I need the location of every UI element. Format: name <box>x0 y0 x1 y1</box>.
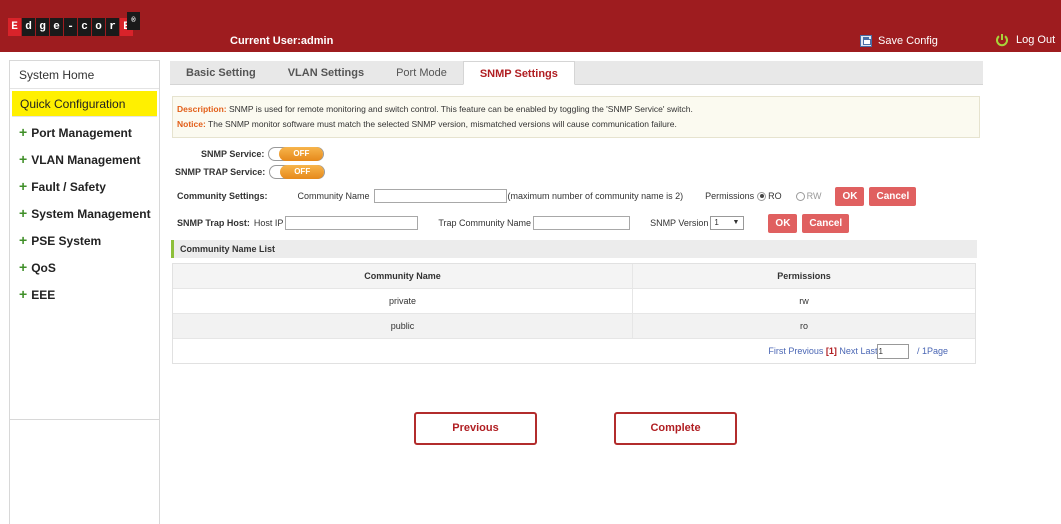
edgecore-logo: E d g e - c o r E ® <box>8 12 140 36</box>
community-list-title: Community Name List <box>171 240 977 258</box>
pager-current: [1] <box>825 346 837 356</box>
permissions-cell: rw <box>799 296 809 306</box>
table-header: Community Name Permissions <box>173 264 975 289</box>
snmp-trap-service-row: SNMP TRAP Service: OFF <box>175 165 326 179</box>
host-ip-input[interactable] <box>285 216 419 230</box>
description-box: Description: SNMP is used for remote mon… <box>172 96 980 138</box>
permission-rw-label: RW <box>806 191 822 201</box>
logout-button[interactable]: Log Out <box>995 33 1055 47</box>
tab-port-mode[interactable]: Port Mode <box>380 61 463 85</box>
permission-ro-label: RO <box>768 191 782 201</box>
complete-button[interactable]: Complete <box>614 412 737 445</box>
plus-icon: + <box>19 151 28 167</box>
host-ip-label: Host IP <box>253 218 284 228</box>
table-row[interactable]: private rw <box>173 289 975 314</box>
snmp-service-row: SNMP Service: OFF <box>201 147 325 161</box>
save-config-button[interactable]: Save Config <box>860 35 938 47</box>
column-header-permissions: Permissions <box>777 271 831 281</box>
chevron-down-icon: ▼ <box>732 219 740 226</box>
permissions-cell: ro <box>799 321 808 331</box>
community-settings-label: Community Settings: <box>177 191 268 201</box>
snmp-version-select[interactable]: 1 ▼ <box>710 216 745 230</box>
permission-ro-radio[interactable] <box>757 191 767 201</box>
community-table: Community Name Permissions private rw pu… <box>172 263 976 364</box>
plus-icon: + <box>19 178 28 194</box>
save-config-label: Save Config <box>878 35 938 47</box>
sidebar-item-system-management[interactable]: + System Management <box>10 200 159 227</box>
table-row[interactable]: public ro <box>173 314 975 339</box>
tab-basic-setting[interactable]: Basic Setting <box>170 61 272 85</box>
sidebar-item-pse-system[interactable]: + PSE System <box>10 227 159 254</box>
trap-community-label: Trap Community Name <box>438 218 532 228</box>
plus-icon: + <box>19 124 28 140</box>
settings-tabs: Basic Setting VLAN Settings Port Mode SN… <box>170 61 983 85</box>
sidebar-item-eee[interactable]: + EEE <box>10 281 159 308</box>
plus-icon: + <box>19 232 28 248</box>
sidebar-item-port-management[interactable]: + Port Management <box>10 119 159 146</box>
snmp-trap-service-toggle[interactable]: OFF <box>269 165 326 179</box>
sidebar: System Home Quick Configuration + Port Ma… <box>9 60 160 420</box>
community-ok-button[interactable]: OK <box>835 186 865 206</box>
logout-label: Log Out <box>1016 34 1056 46</box>
community-name-input[interactable] <box>373 189 507 203</box>
plus-icon: + <box>19 259 28 275</box>
pager-last-link[interactable]: Last <box>860 346 877 356</box>
sidebar-item-quick-configuration[interactable]: Quick Configuration <box>12 91 157 117</box>
sidebar-lower-frame <box>9 420 160 524</box>
sidebar-item-vlan-management[interactable]: + VLAN Management <box>10 146 159 173</box>
community-cancel-button[interactable]: Cancel <box>869 186 917 206</box>
notice-line: Notice: The SNMP monitor software must m… <box>177 119 677 129</box>
snmp-version-label: SNMP Version <box>650 218 709 228</box>
sidebar-item-fault-safety[interactable]: + Fault / Safety <box>10 173 159 200</box>
snmp-service-toggle[interactable]: OFF <box>268 147 325 161</box>
pager-next-link[interactable]: Next <box>839 346 858 356</box>
community-name-cell: private <box>173 289 633 313</box>
sidebar-item-qos[interactable]: + QoS <box>10 254 159 281</box>
pager-previous-link[interactable]: Previous <box>788 346 823 356</box>
top-header: E d g e - c o r E ® Current User:admin S… <box>0 0 1061 52</box>
community-name-cell: public <box>173 314 633 338</box>
trap-cancel-button[interactable]: Cancel <box>802 213 850 233</box>
power-icon <box>996 34 1008 47</box>
tab-snmp-settings[interactable]: SNMP Settings <box>462 61 575 85</box>
community-settings-row: Community Settings: Community Name (maxi… <box>177 186 917 206</box>
page-number-input[interactable]: 1 <box>877 344 910 360</box>
tab-vlan-settings[interactable]: VLAN Settings <box>272 61 380 85</box>
trap-community-input[interactable] <box>533 216 631 230</box>
pagination: First Previous [1] Next Last1 / 1Page <box>173 339 975 363</box>
permissions-label: Permissions <box>705 191 755 201</box>
community-hint: (maximum number of community name is 2) <box>507 191 684 201</box>
plus-icon: + <box>19 286 28 302</box>
snmp-service-label: SNMP Service: <box>201 149 265 159</box>
trap-host-label: SNMP Trap Host: <box>177 218 250 228</box>
column-header-community-name: Community Name <box>173 264 633 288</box>
trap-host-row: SNMP Trap Host: Host IP Trap Community N… <box>177 213 850 233</box>
community-name-label: Community Name <box>297 191 370 201</box>
save-disk-icon <box>860 35 872 47</box>
trap-ok-button[interactable]: OK <box>768 213 798 233</box>
previous-button[interactable]: Previous <box>414 412 537 445</box>
sidebar-item-system-home[interactable]: System Home <box>10 61 159 89</box>
pager-total: / 1Page <box>916 346 948 356</box>
snmp-trap-service-label: SNMP TRAP Service: <box>175 167 266 177</box>
permission-rw-radio[interactable] <box>795 191 805 201</box>
current-user-label: Current User:admin <box>230 35 334 47</box>
description-line: Description: SNMP is used for remote mon… <box>177 104 693 114</box>
plus-icon: + <box>19 205 28 221</box>
pager-first-link[interactable]: First <box>768 346 786 356</box>
